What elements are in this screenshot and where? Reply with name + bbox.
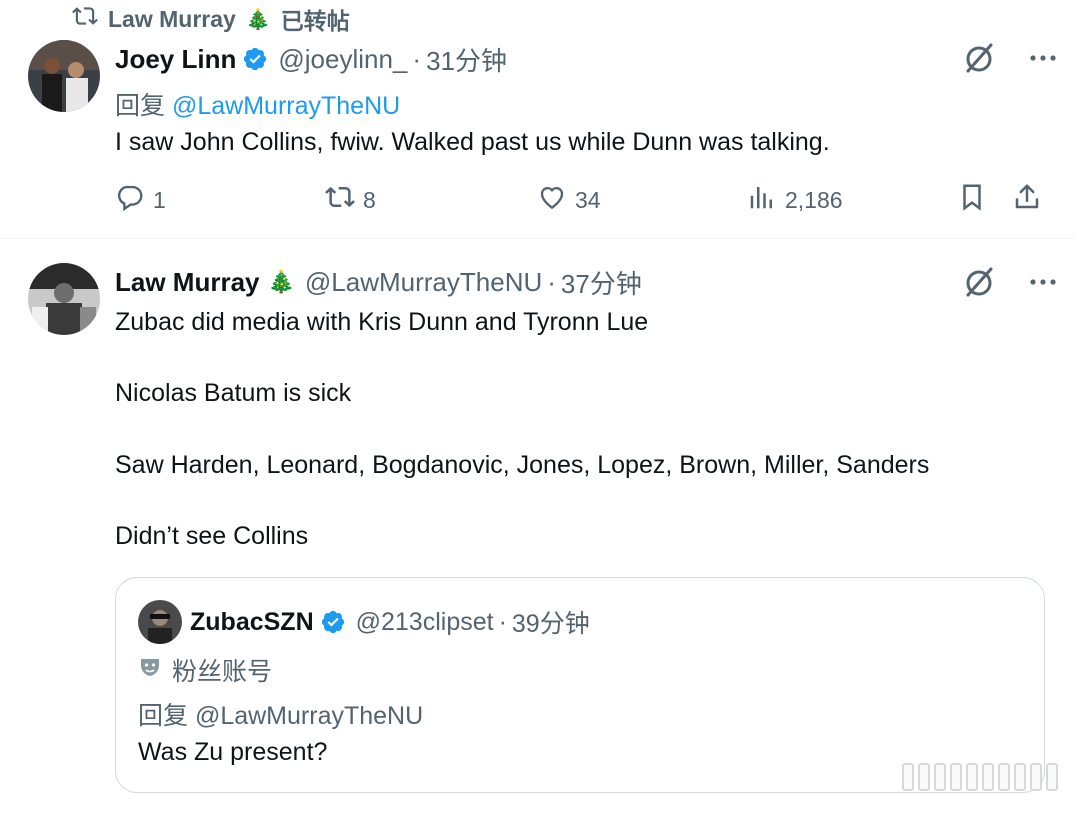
fan-account-badge: 粉丝账号 [138, 652, 272, 688]
repost-indicator[interactable]: Law Murray 🎄 已转帖 [72, 4, 350, 34]
tweet2-header: Law Murray 🎄 @LawMurrayTheNU · 37分钟 [115, 265, 642, 299]
reply-count: 1 [153, 186, 166, 213]
repost-emoji: 🎄 [245, 8, 271, 31]
author-handle[interactable]: @LawMurrayTheNU [305, 267, 542, 298]
bookmark-button[interactable] [957, 182, 987, 218]
share-button[interactable] [1012, 182, 1042, 218]
views-button[interactable]: 2,186 [747, 182, 843, 218]
grok-icon[interactable] [962, 265, 996, 304]
timestamp[interactable]: 31分钟 [426, 41, 507, 78]
author-handle[interactable]: @joeylinn_ [278, 44, 407, 75]
bookmark-icon [957, 182, 987, 218]
watermark-mark [902, 763, 1058, 791]
fan-mask-icon [138, 655, 162, 686]
tweet2-line-1: Zubac did media with Kris Dunn and Tyron… [115, 308, 649, 336]
tweet2-line-4: Didn’t see Collins [115, 522, 309, 550]
verified-icon [320, 609, 346, 635]
reply-mention[interactable]: @LawMurrayTheNU [172, 92, 400, 120]
more-icon[interactable] [1026, 265, 1060, 304]
retweet-icon [325, 182, 355, 218]
quote-author-handle[interactable]: @213clipset [356, 608, 494, 637]
reply-prefix: 回复 [115, 92, 166, 120]
avatar-law-murray[interactable] [28, 263, 100, 335]
separator-dot: · [547, 266, 556, 297]
grok-icon[interactable] [962, 41, 996, 80]
tweet2-line-2: Nicolas Batum is sick [115, 379, 352, 407]
quote-author-name[interactable]: ZubacSZN [190, 608, 314, 637]
verified-icon [242, 46, 268, 72]
repost-icon [72, 3, 98, 35]
retweet-count: 8 [363, 186, 376, 213]
views-icon [747, 182, 777, 218]
quote-text: Was Zu present? [138, 738, 328, 766]
reply-context: 回复 @LawMurrayTheNU [115, 86, 400, 122]
tweet-divider [0, 238, 1074, 239]
tweet2-top-actions [962, 265, 1060, 304]
tweet1-header: Joey Linn @joeylinn_ · 31分钟 [115, 42, 507, 76]
views-count: 2,186 [785, 186, 843, 213]
like-button[interactable]: 34 [537, 182, 601, 218]
author-name[interactable]: Law Murray [115, 267, 260, 298]
tweet1-text: I saw John Collins, fwiw. Walked past us… [115, 128, 830, 156]
avatar-zubacszn[interactable] [138, 600, 182, 644]
separator-dot: · [498, 607, 507, 636]
quote-header: ZubacSZN @213clipset · 39分钟 [138, 600, 590, 644]
author-name[interactable]: Joey Linn [115, 44, 236, 75]
tweet1-top-actions [962, 41, 1060, 80]
quoted-tweet[interactable]: ZubacSZN @213clipset · 39分钟 粉丝账号 回复 @Law… [115, 577, 1045, 793]
author-emoji: 🎄 [267, 269, 295, 294]
retweet-button[interactable]: 8 [325, 182, 376, 218]
reply-icon [115, 182, 145, 218]
fan-account-label: 粉丝账号 [172, 658, 273, 686]
share-icon [1012, 182, 1042, 218]
quote-reply-context: 回复 @LawMurrayTheNU [138, 702, 424, 730]
more-icon[interactable] [1026, 41, 1060, 80]
tweet2-line-3: Saw Harden, Leonard, Bogdanovic, Jones, … [115, 451, 930, 479]
repost-label: 已转帖 [280, 8, 350, 34]
repost-user[interactable]: Law Murray [108, 6, 236, 33]
avatar-joey-linn[interactable] [28, 40, 100, 112]
like-count: 34 [575, 186, 601, 213]
timestamp[interactable]: 37分钟 [561, 264, 642, 301]
like-icon [537, 182, 567, 218]
quote-timestamp: 39分钟 [511, 610, 590, 638]
separator-dot: · [412, 43, 422, 74]
reply-button[interactable]: 1 [115, 182, 166, 218]
